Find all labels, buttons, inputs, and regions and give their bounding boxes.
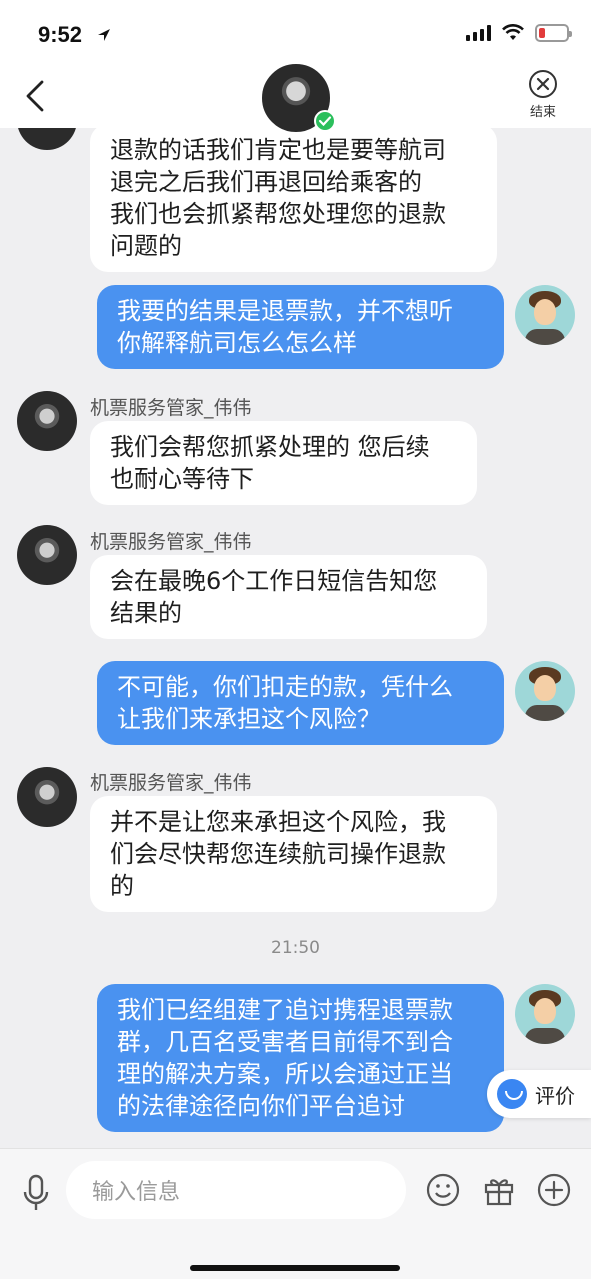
agent-avatar <box>17 525 77 585</box>
agent-avatar <box>17 128 77 150</box>
status-icons <box>466 24 572 42</box>
message-bubble-user: 我要的结果是退票款，并不想听 你解释航司怎么怎么样 <box>97 285 504 369</box>
wifi-icon <box>502 24 524 40</box>
message-input-placeholder: 输入信息 <box>92 1180 181 1205</box>
message-bubble-agent: 并不是让您来承担这个风险，我 们会尽快帮您连续航司操作退款 的 <box>90 796 497 912</box>
input-bar: 输入信息 <box>0 1148 591 1279</box>
message-bubble-user: 我们已经组建了追讨携程退票款 群，几百名受害者目前得不到合 理的解决方案，所以会… <box>97 984 504 1132</box>
close-circle-icon <box>529 70 557 98</box>
rate-button[interactable]: 评价 <box>487 1070 591 1118</box>
rate-label: 评价 <box>535 1083 575 1108</box>
user-avatar <box>515 285 575 345</box>
emoji-icon[interactable] <box>426 1173 460 1207</box>
battery-icon <box>535 24 572 42</box>
status-time: 9:52 <box>38 22 83 47</box>
message-bubble-agent: 我们会帮您抓紧处理的 您后续 也耐心等待下 <box>90 421 477 505</box>
smile-rate-icon <box>497 1079 527 1109</box>
home-indicator <box>190 1265 400 1271</box>
microphone-icon[interactable] <box>20 1173 52 1213</box>
agent-avatar <box>17 767 77 827</box>
plus-circle-icon[interactable] <box>537 1173 571 1207</box>
message-bubble-agent: 退款的话我们肯定也是要等航司 退完之后我们再退回给乘客的 我们也会抓紧帮您处理您… <box>90 128 497 272</box>
end-chat-button[interactable]: 结束 <box>523 70 563 120</box>
back-chevron-icon[interactable] <box>22 78 52 114</box>
user-avatar <box>515 661 575 721</box>
verified-check-icon <box>314 110 336 132</box>
message-bubble-user: 不可能，你们扣走的款，凭什么 让我们来承担这个风险？ <box>97 661 504 745</box>
message-bubble-agent: 会在最晚6个工作日短信告知您 结果的 <box>90 555 487 639</box>
sender-name: 机票服务管家_伟伟 <box>90 397 252 419</box>
user-avatar <box>515 984 575 1044</box>
location-arrow-icon <box>98 29 110 41</box>
message-timestamp: 21:50 <box>271 938 320 958</box>
sender-name: 机票服务管家_伟伟 <box>90 772 252 794</box>
end-chat-label: 结束 <box>529 105 556 120</box>
gift-icon[interactable] <box>482 1173 516 1207</box>
chat-area[interactable]: 退款的话我们肯定也是要等航司 退完之后我们再退回给乘客的 我们也会抓紧帮您处理您… <box>0 128 591 1148</box>
sender-name: 机票服务管家_伟伟 <box>90 531 252 553</box>
message-input[interactable]: 输入信息 <box>66 1161 406 1219</box>
signal-icon <box>466 25 491 41</box>
battery-level <box>539 28 545 38</box>
agent-avatar <box>17 391 77 451</box>
